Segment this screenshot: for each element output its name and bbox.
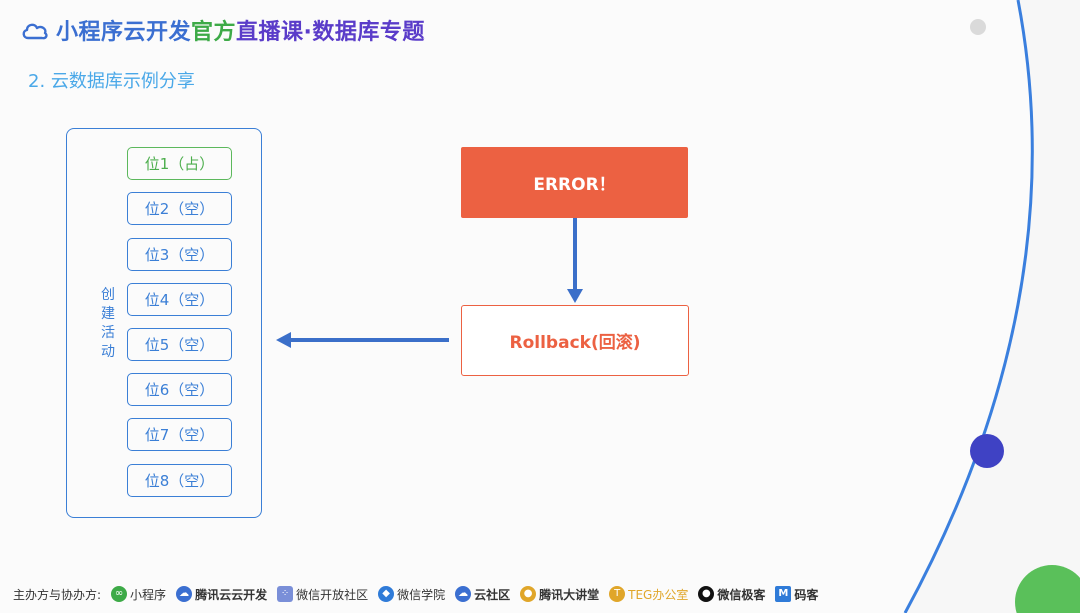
create-activity-label: 创 建 活 动: [99, 286, 117, 362]
geek-icon: ●: [698, 586, 715, 602]
green-circle-decoration: [1015, 565, 1080, 613]
sponsor-tencent-cloudbase: ☁ 腾讯云云开发: [176, 586, 267, 603]
purple-dot-decoration: [970, 434, 1004, 468]
sponsor-miniprogram: ∞ 小程序: [111, 586, 166, 603]
miniprogram-icon: ∞: [111, 586, 128, 602]
sponsor-tencent-lecture: ● 腾讯大讲堂: [520, 586, 599, 603]
cloud-logo-icon: [22, 23, 48, 40]
dots-icon: ⁘: [277, 586, 294, 602]
sponsor-wechat-geek: ● 微信极客: [698, 586, 765, 603]
slot-4: 位4（空）: [127, 283, 232, 316]
sponsor-wechat-open-community: ⁘ 微信开放社区: [277, 586, 368, 603]
sponsor-mk: M 码客: [775, 586, 818, 603]
label-char: 建: [101, 306, 115, 322]
slot-3: 位3（空）: [127, 238, 232, 271]
sponsor-cloud-community: ☁ 云社区: [455, 586, 510, 603]
section-subtitle: 2. 云数据库示例分享: [28, 71, 195, 92]
slot-8: 位8（空）: [127, 464, 232, 497]
title-part-course: 直播课·数据库专题: [236, 20, 425, 45]
slot-1: 位1（占）: [127, 147, 232, 180]
title-part-miniprogram: 小程序云开发: [56, 20, 192, 45]
footer-sponsors: 主办方与协办方: ∞ 小程序 ☁ 腾讯云云开发 ⁘ 微信开放社区 ◆ 微信学院 …: [13, 582, 818, 606]
gray-dot-decoration: [970, 19, 986, 35]
title-part-official: 官方: [191, 20, 237, 45]
sponsor-wechat-academy: ◆ 微信学院: [378, 586, 445, 603]
cloud-icon: ☁: [176, 586, 193, 602]
slot-2: 位2（空）: [127, 192, 232, 225]
slot-5: 位5（空）: [127, 328, 232, 361]
slot-7: 位7（空）: [127, 418, 232, 451]
mk-icon: M: [775, 586, 792, 602]
rollback-box: Rollback(回滚): [461, 305, 689, 376]
error-box: ERROR！: [461, 147, 688, 218]
label-char: 活: [101, 325, 115, 341]
cloud-community-icon: ☁: [455, 586, 472, 602]
teg-icon: T: [609, 586, 626, 602]
label-char: 动: [101, 344, 115, 360]
label-char: 创: [101, 287, 115, 303]
header: 小程序云开发 官方 直播课·数据库专题: [20, 14, 425, 46]
lecture-icon: ●: [520, 586, 537, 602]
slot-6: 位6（空）: [127, 373, 232, 406]
sponsor-teg-office: T TEG办公室: [609, 586, 688, 603]
sponsor-prefix: 主办方与协办方:: [13, 587, 102, 602]
diamond-icon: ◆: [378, 586, 395, 602]
create-activity-container: [66, 128, 262, 518]
